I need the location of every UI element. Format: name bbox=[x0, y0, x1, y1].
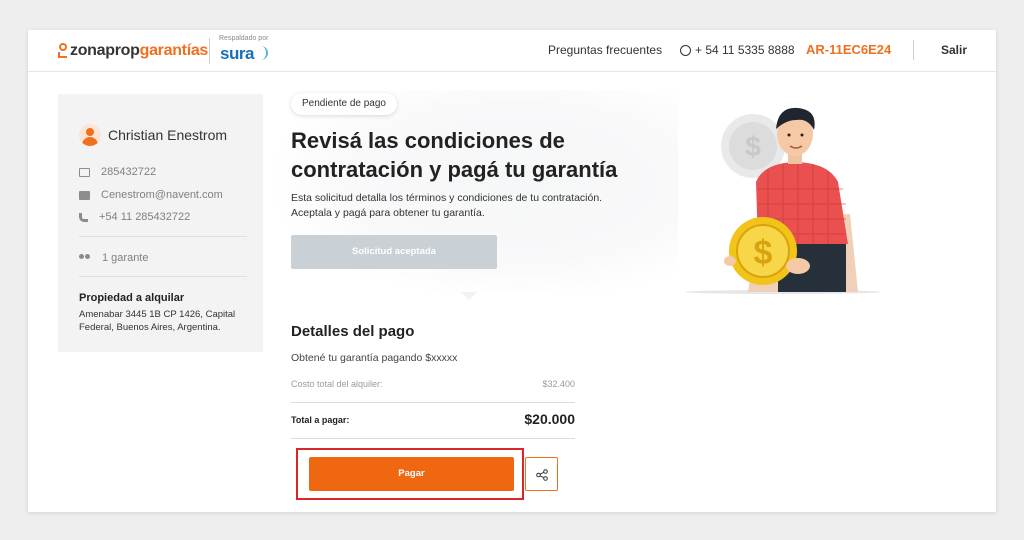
guarantors-row: 1 garante bbox=[79, 252, 148, 264]
user-name: Christian Enestrom bbox=[108, 127, 228, 143]
partner-caption: Respaldado por bbox=[219, 35, 269, 42]
phone-row: +54 11 285432722 bbox=[79, 211, 190, 223]
logo-divider bbox=[209, 38, 210, 64]
phone-link[interactable]: + 54 11 5335 8888 bbox=[680, 43, 795, 57]
total-value: $20.000 bbox=[524, 411, 575, 427]
svg-text:$: $ bbox=[754, 234, 773, 272]
property-address: Amenabar 3445 1B CP 1426, Capital Federa… bbox=[79, 309, 236, 333]
document-number: 285432722 bbox=[101, 166, 157, 178]
rental-cost-label: Costo total del alquiler: bbox=[291, 379, 383, 389]
svg-text:$: $ bbox=[745, 131, 761, 162]
payment-divider bbox=[291, 402, 575, 403]
status-badge: Pendiente de pago bbox=[291, 93, 397, 115]
app-frame: zonaprop garantías Respaldado por sura Pr… bbox=[28, 30, 996, 512]
top-header: zonaprop garantías Respaldado por sura Pr… bbox=[28, 30, 996, 72]
email-row: Cenestrom@navent.com bbox=[79, 189, 223, 201]
id-card-icon bbox=[79, 167, 90, 177]
sura-swirl-icon bbox=[258, 46, 268, 60]
logout-link[interactable]: Salir bbox=[941, 43, 967, 57]
logo-pin-icon bbox=[58, 43, 68, 59]
share-icon bbox=[536, 469, 548, 481]
page-description: Esta solicitud detalla los términos y co… bbox=[291, 192, 603, 219]
logo-brand-a: zonaprop bbox=[70, 42, 140, 59]
sura-logo: sura bbox=[220, 44, 254, 63]
pay-button[interactable]: Pagar bbox=[309, 457, 514, 491]
user-email: Cenestrom@navent.com bbox=[101, 189, 223, 201]
rental-cost-value: $32.400 bbox=[542, 379, 575, 389]
total-label: Total a pagar: bbox=[291, 415, 350, 425]
header-divider bbox=[913, 40, 914, 60]
user-phone: +54 11 285432722 bbox=[99, 211, 191, 223]
rental-cost-row: Costo total del alquiler: $32.400 bbox=[291, 379, 575, 389]
request-accepted-button[interactable]: Solicitud aceptada bbox=[291, 235, 497, 269]
page-title: Revisá las condiciones de contratación y… bbox=[291, 128, 618, 182]
zonaprop-logo[interactable]: zonaprop garantías bbox=[58, 42, 208, 60]
whatsapp-icon bbox=[680, 44, 691, 56]
phone-icon bbox=[79, 212, 88, 222]
request-code: AR-11EC6E24 bbox=[806, 42, 892, 57]
man-with-coin-illustration: $ $ bbox=[685, 107, 881, 294]
avatar bbox=[79, 124, 101, 146]
logo-brand-b: garantías bbox=[139, 42, 209, 59]
total-row: Total a pagar: $20.000 bbox=[291, 411, 575, 427]
sidebar-divider bbox=[79, 236, 247, 237]
user-sidebar: Christian Enestrom 285432722 Cenestrom@n… bbox=[58, 94, 263, 352]
property-title: Propiedad a alquilar bbox=[79, 292, 185, 304]
phone-number: + 54 11 5335 8888 bbox=[695, 43, 795, 57]
document-row: 285432722 bbox=[79, 166, 156, 178]
people-icon bbox=[79, 253, 91, 263]
sidebar-divider bbox=[79, 276, 247, 277]
mail-icon bbox=[79, 190, 90, 200]
faq-link[interactable]: Preguntas frecuentes bbox=[548, 43, 662, 57]
share-button[interactable] bbox=[525, 457, 558, 491]
payment-divider bbox=[291, 438, 575, 439]
payment-details-subtitle: Obtené tu garantía pagando $xxxxx bbox=[291, 352, 458, 364]
guarantors-count: 1 garante bbox=[102, 252, 149, 264]
payment-details-title: Detalles del pago bbox=[291, 323, 415, 340]
callout-pointer bbox=[461, 292, 477, 300]
